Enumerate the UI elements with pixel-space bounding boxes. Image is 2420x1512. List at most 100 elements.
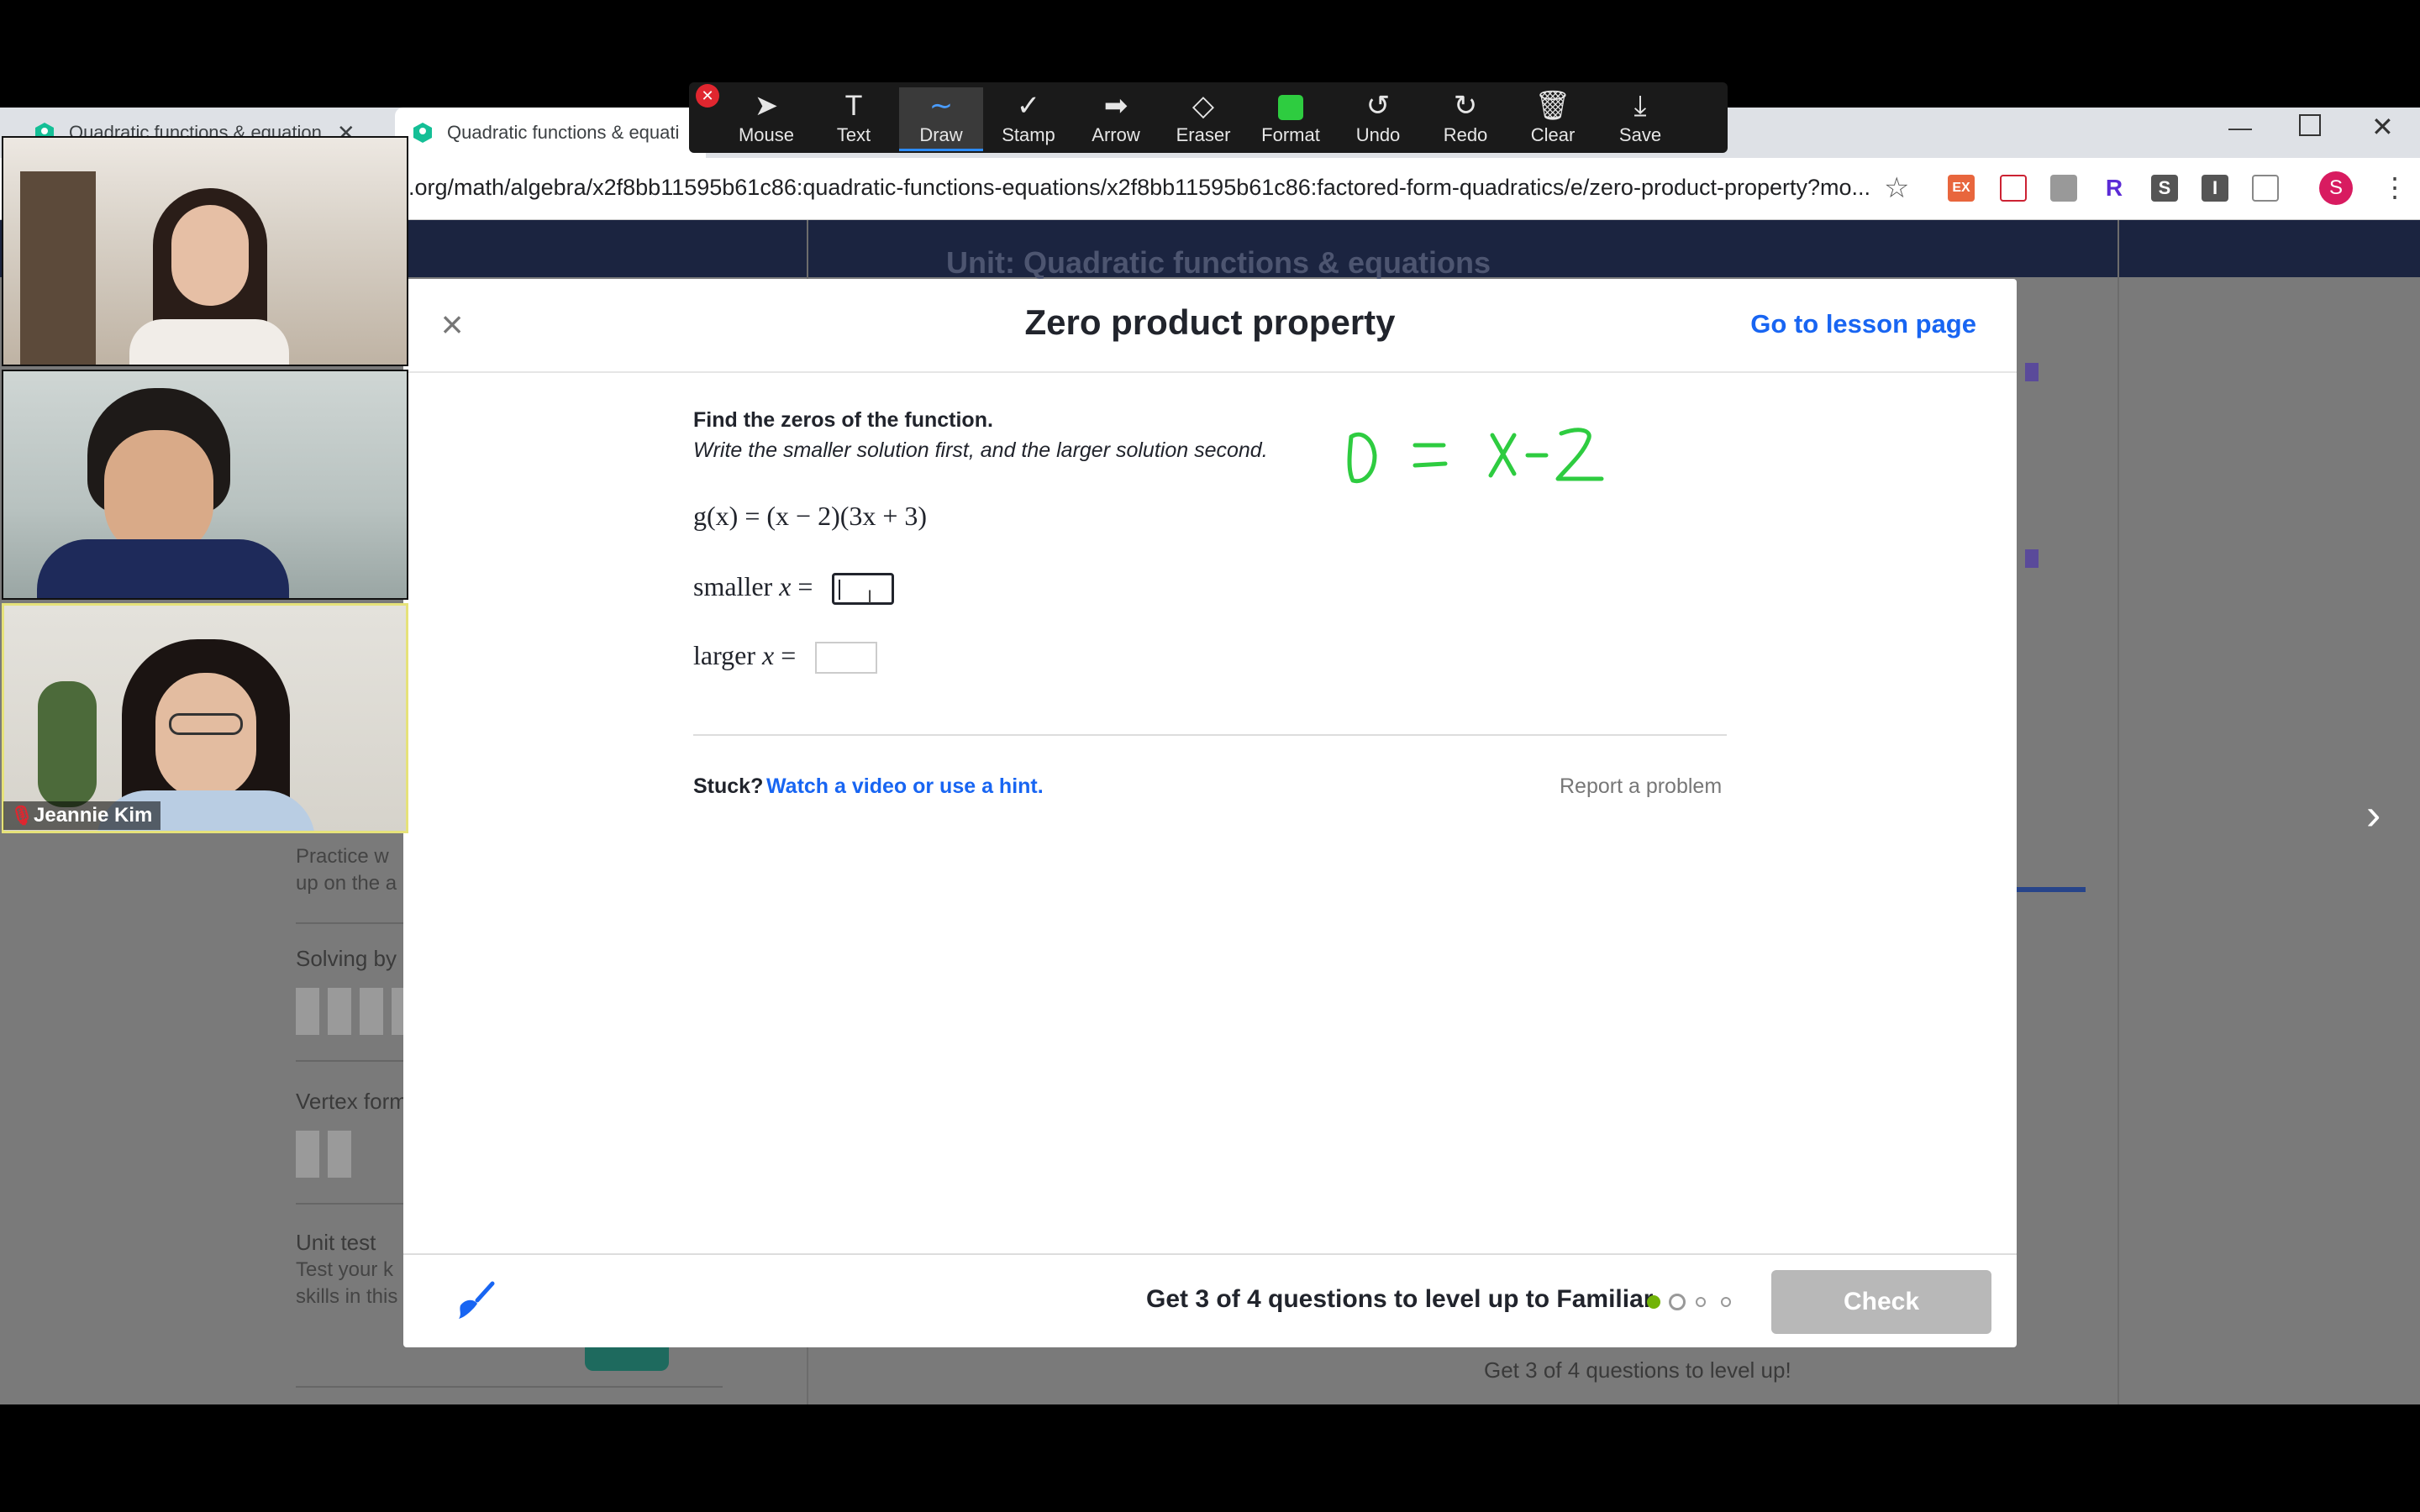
footer-divider — [403, 1253, 2017, 1255]
tool-mouse[interactable]: ➤ Mouse — [724, 87, 808, 151]
scratchpad-icon[interactable] — [454, 1280, 496, 1322]
tool-label: Mouse — [738, 124, 795, 145]
progress-message: Get 3 of 4 questions to level up to Fami… — [1146, 1285, 1654, 1313]
progress-dot — [1669, 1294, 1686, 1310]
report-problem-link[interactable]: Report a problem — [1560, 774, 1722, 799]
video-participant-1[interactable] — [2, 136, 408, 366]
bg-item-title: Unit test — [296, 1230, 376, 1255]
question-prompt: Find the zeros of the function. — [693, 408, 993, 432]
tool-save[interactable]: ⤓ Save — [1598, 87, 1682, 151]
checkmark-icon: ✓ — [1016, 90, 1041, 122]
bg-right-footer: Get 3 of 4 questions to level up! — [1484, 1357, 1791, 1383]
browser-tab-2[interactable]: Quadratic functions & equati — [395, 108, 706, 158]
tool-label: Stamp — [1002, 124, 1055, 145]
progress-dot — [1721, 1297, 1731, 1307]
screen: Quadratic functions & equation ✕ Quadrat… — [0, 0, 2420, 1512]
text-cursor — [839, 580, 840, 600]
smaller-x-input[interactable] — [832, 573, 894, 605]
next-arrow-icon[interactable]: › — [2366, 790, 2381, 840]
progress-dot — [1696, 1297, 1706, 1307]
close-toolbar-icon[interactable]: ✕ — [696, 84, 719, 108]
question-instruction: Write the smaller solution first, and th… — [693, 438, 1268, 462]
hint-link[interactable]: Watch a video or use a hint. — [766, 774, 1044, 799]
tool-label: Format — [1261, 124, 1320, 145]
tool-label: Eraser — [1176, 124, 1231, 145]
tool-eraser[interactable]: ◇ Eraser — [1161, 87, 1245, 151]
person-face — [155, 673, 256, 799]
tool-label: Save — [1618, 124, 1662, 145]
glasses-shape — [169, 713, 243, 735]
bg-divider — [296, 1203, 403, 1205]
bg-item-title: Solving by — [296, 946, 397, 971]
bg-skill-squares — [296, 1131, 355, 1178]
person-face — [104, 430, 213, 556]
plant-shape — [38, 681, 97, 807]
i-beam-cursor-icon: I — [867, 586, 873, 607]
go-to-lesson-link[interactable]: Go to lesson page — [1731, 309, 1976, 339]
progress-dot — [1647, 1295, 1660, 1309]
smaller-label: smaller x = — [693, 571, 813, 601]
person-face — [171, 205, 249, 306]
larger-x-input[interactable] — [815, 642, 877, 674]
divider — [693, 734, 1727, 736]
video-participant-active[interactable] — [2, 603, 408, 833]
participant-name: Jeannie Kim — [34, 804, 153, 827]
tool-redo[interactable]: ↻ Redo — [1423, 87, 1507, 151]
extension-icon-image[interactable] — [2050, 175, 2077, 202]
extension-icon-s[interactable]: S — [2151, 175, 2178, 202]
browser-menu-icon[interactable]: ⋮ — [2381, 171, 2408, 203]
column-divider — [2118, 220, 2119, 1404]
extension-icon-ex[interactable]: EX — [1948, 175, 1975, 202]
arrow-icon: ➡ — [1103, 90, 1128, 122]
bg-item-title: Practice w — [296, 845, 389, 868]
tool-label: Text — [836, 124, 871, 145]
url-field[interactable]: .org/math/algebra/x2f8bb11595b61c86:quad… — [408, 175, 1870, 201]
bg-divider — [296, 1060, 403, 1062]
tool-format[interactable]: Format — [1249, 87, 1333, 151]
tool-label: Undo — [1355, 124, 1401, 145]
bg-skill-squares — [296, 988, 403, 1035]
skill-bar-fragment — [2017, 887, 2086, 892]
eraser-icon: ◇ — [1192, 90, 1215, 122]
extension-icon-r[interactable]: R — [2101, 175, 2128, 202]
unit-title: Unit: Quadratic functions & equations — [945, 245, 1491, 280]
bg-divider — [296, 922, 403, 924]
redo-icon: ↻ — [1453, 90, 1478, 122]
undo-icon: ↺ — [1365, 90, 1391, 122]
bg-divider — [296, 1386, 723, 1388]
person-shirt — [37, 539, 289, 598]
tool-text[interactable]: T Text — [812, 87, 896, 151]
format-swatch-icon — [1249, 87, 1333, 124]
restore-icon[interactable] — [2299, 114, 2321, 136]
bg-illustration — [585, 1347, 669, 1371]
tool-clear[interactable]: 🗑 Clear — [1511, 87, 1595, 151]
tool-label: Clear — [1530, 124, 1576, 145]
save-icon: ⤓ — [1634, 90, 1647, 122]
extension-icon-card[interactable] — [2252, 175, 2279, 202]
tool-arrow[interactable]: ➡ Arrow — [1074, 87, 1158, 151]
tool-stamp[interactable]: ✓ Stamp — [986, 87, 1071, 151]
window-close-icon[interactable]: ✕ — [2371, 111, 2394, 143]
trash-icon: 🗑 — [1534, 90, 1571, 122]
person-shirt — [129, 319, 289, 365]
bookmark-star-icon[interactable]: ☆ — [1884, 171, 1909, 205]
larger-label-text: larger — [693, 640, 756, 670]
extension-icon-i[interactable]: I — [2202, 175, 2228, 202]
bookshelf-shape — [20, 171, 96, 365]
larger-label: larger x = — [693, 640, 797, 670]
profile-avatar[interactable]: S — [2319, 171, 2353, 205]
tab-2-label: Quadratic functions & equati — [447, 122, 680, 143]
minimize-icon[interactable]: — — [2228, 114, 2252, 141]
tool-draw[interactable]: ∼ Draw — [899, 87, 983, 151]
video-participant-2[interactable] — [2, 370, 408, 600]
khan-academy-icon — [413, 123, 432, 143]
pocket-icon[interactable] — [2000, 175, 2027, 202]
handwritten-annotation — [1347, 428, 1604, 484]
check-button[interactable]: Check — [1771, 1270, 1991, 1334]
tool-undo[interactable]: ↺ Undo — [1336, 87, 1420, 151]
pointer-icon: ➤ — [754, 90, 779, 122]
text-icon: T — [844, 90, 863, 122]
skill-bar-fragment — [2025, 363, 2039, 381]
tool-label: Redo — [1443, 124, 1488, 145]
muted-mic-icon: 🎙 — [10, 805, 34, 826]
